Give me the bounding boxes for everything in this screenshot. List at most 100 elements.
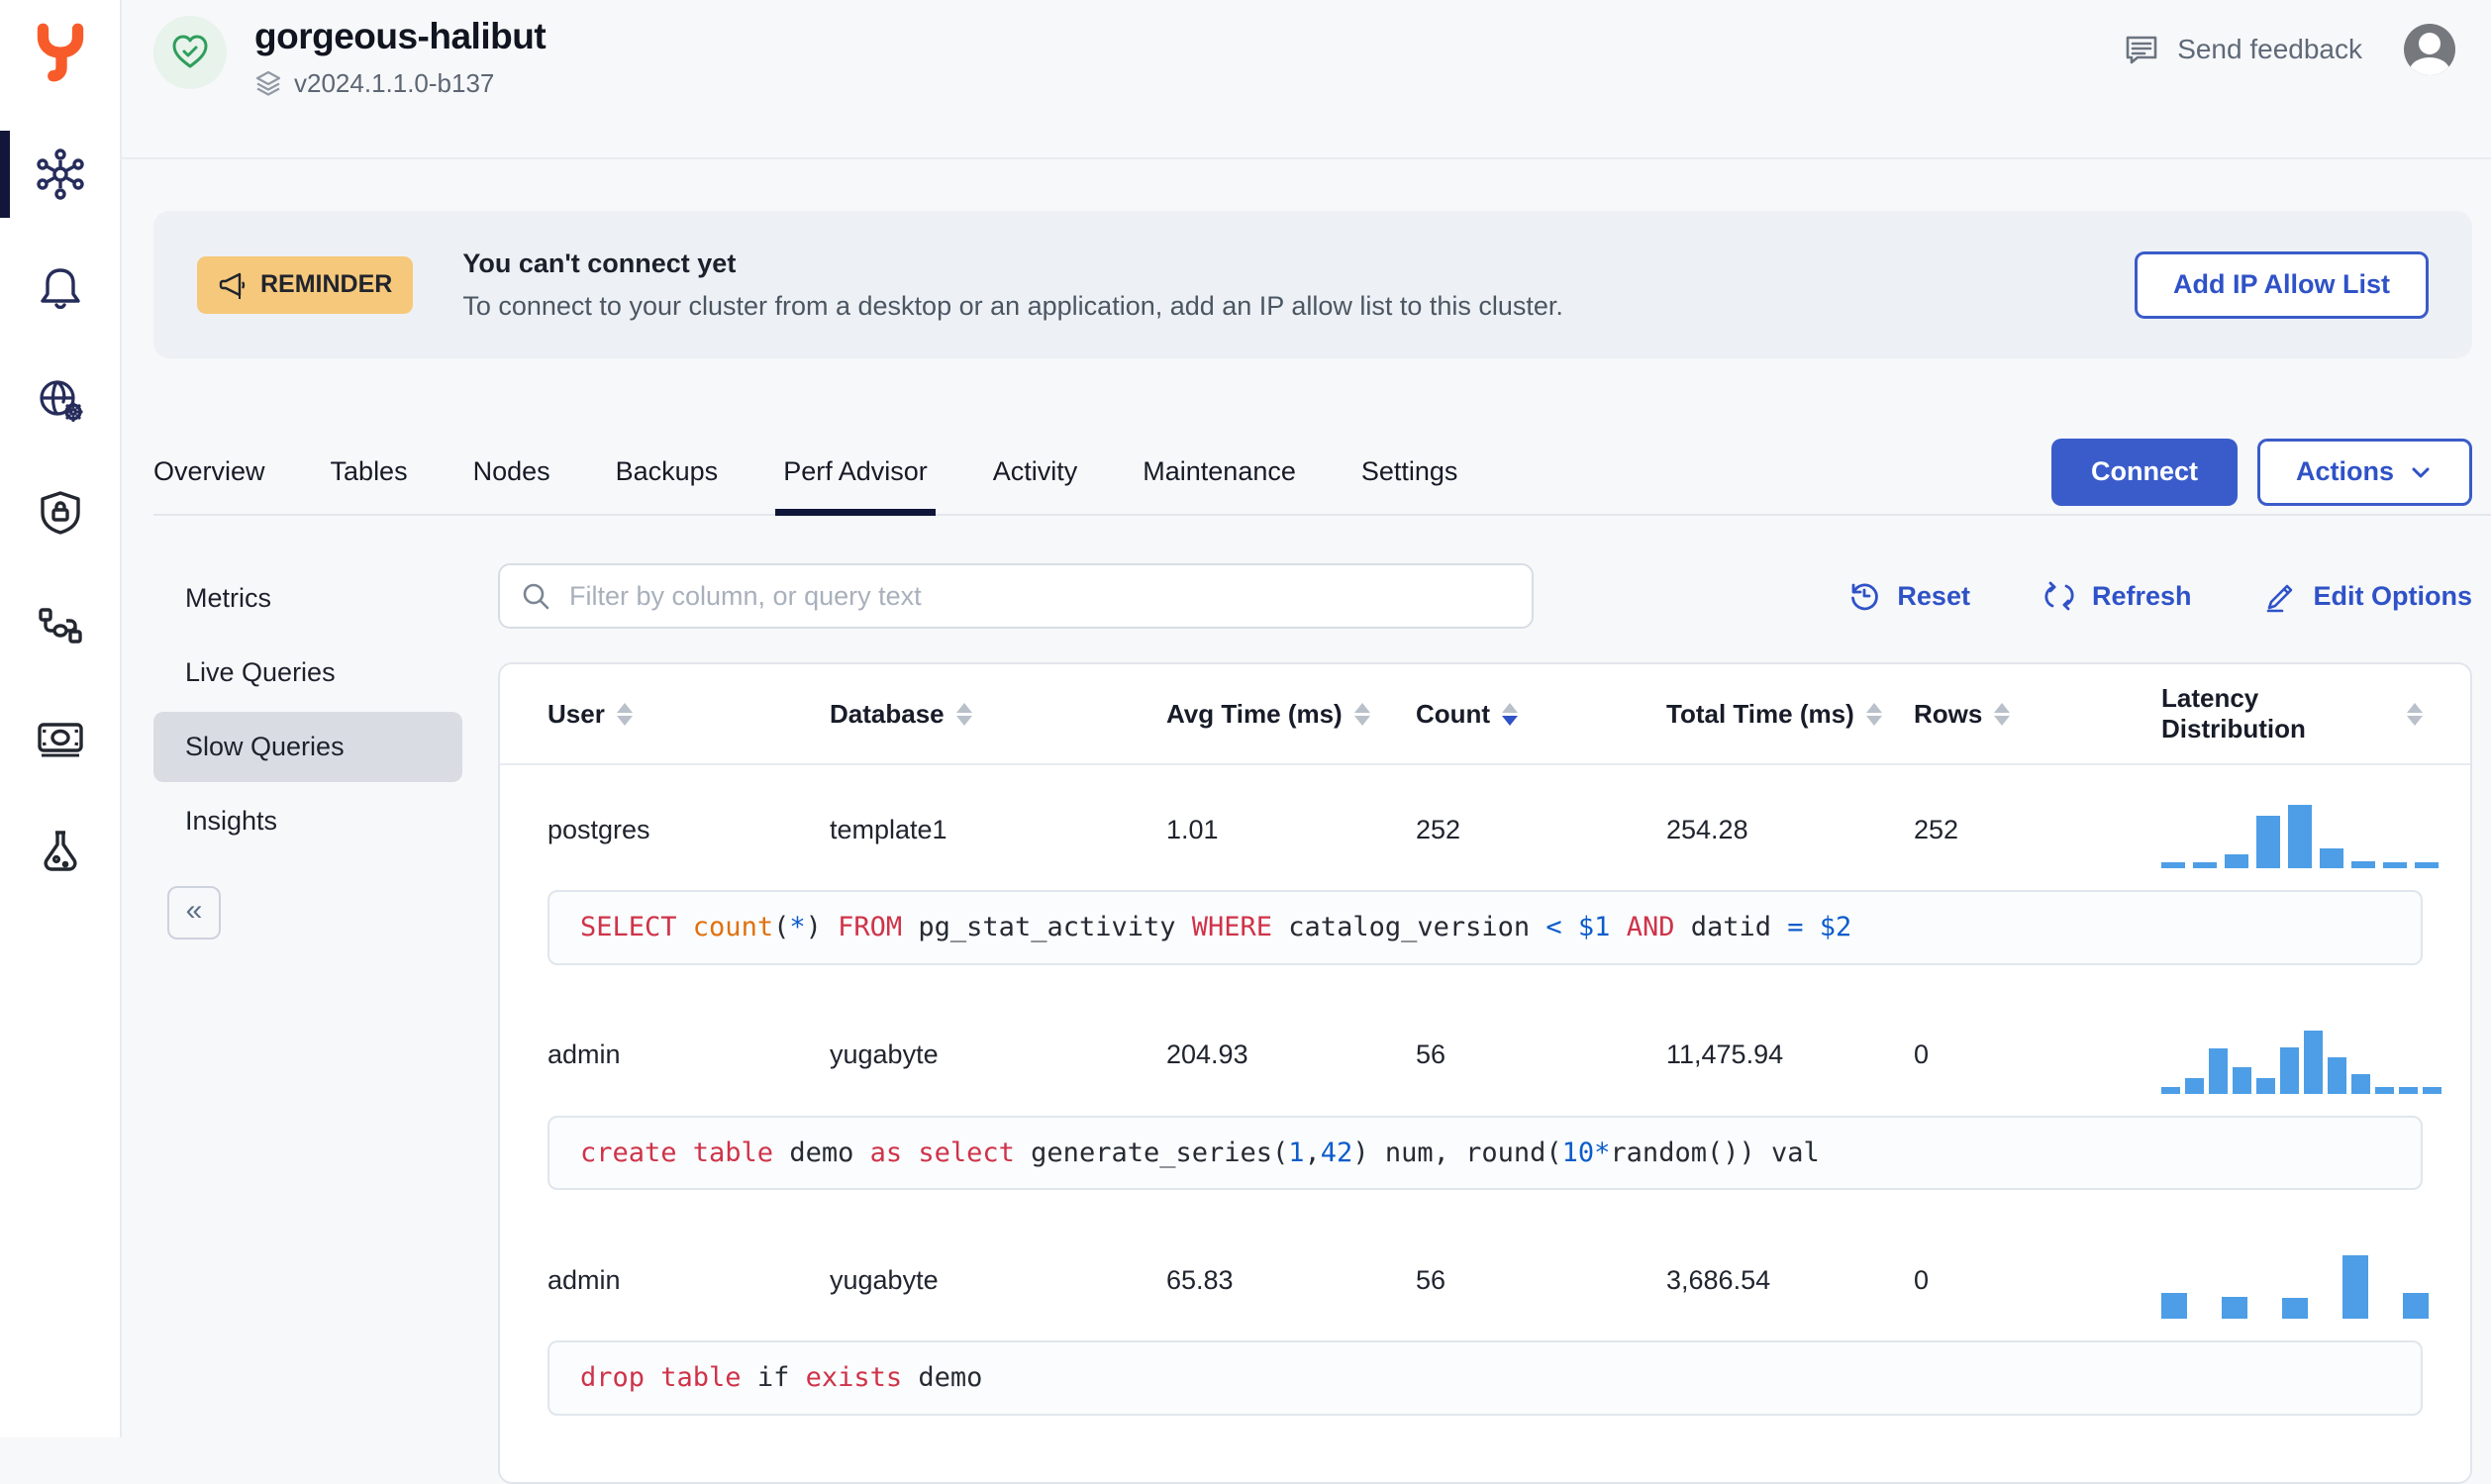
tab-tables[interactable]: Tables xyxy=(331,430,408,514)
cell-total-time: 254.28 xyxy=(1666,814,1748,844)
slow-queries-toolbar: Reset Refresh xyxy=(498,563,2472,629)
cluster-hub-icon xyxy=(36,148,84,200)
table-row[interactable]: admin yugabyte 65.83 56 3,686.54 0 xyxy=(500,1216,2470,1336)
cell-rows: 252 xyxy=(1914,814,1959,844)
sort-icon xyxy=(1865,702,1882,726)
sidebar-item-integrations[interactable] xyxy=(0,580,120,671)
tab-settings[interactable]: Settings xyxy=(1361,430,1458,514)
tab-activity[interactable]: Activity xyxy=(993,430,1078,514)
cell-user: admin xyxy=(548,1264,621,1295)
search-icon xyxy=(523,583,549,610)
column-header-total-time[interactable]: Total Time (ms) xyxy=(1666,699,1914,730)
slow-queries-table: User Database Avg Time (ms) Count Total … xyxy=(498,662,2472,1484)
sidebar-item-network[interactable] xyxy=(0,354,120,445)
query-text[interactable]: drop table if exists demo xyxy=(548,1340,2423,1417)
cell-rows: 0 xyxy=(1914,1039,1930,1070)
subnav-item-metrics[interactable]: Metrics xyxy=(153,563,462,634)
column-header-count[interactable]: Count xyxy=(1416,699,1666,730)
actions-button[interactable]: Actions xyxy=(2256,438,2472,506)
page-title: gorgeous-halibut xyxy=(254,16,547,56)
table-header-row: User Database Avg Time (ms) Count Total … xyxy=(500,664,2470,765)
sort-icon xyxy=(1994,702,2011,726)
megaphone-icon xyxy=(219,272,246,299)
sidebar-item-alerts[interactable] xyxy=(0,242,120,333)
cell-user: admin xyxy=(548,1039,621,1070)
yugabyte-logo[interactable] xyxy=(28,20,93,85)
cluster-health-badge xyxy=(153,16,227,89)
sidebar-item-billing[interactable] xyxy=(0,693,120,784)
avatar[interactable] xyxy=(2404,24,2455,75)
pipeline-icon xyxy=(38,608,82,643)
subnav-item-insights[interactable]: Insights xyxy=(153,786,462,856)
sidebar-item-clusters[interactable] xyxy=(0,129,120,220)
heart-check-icon xyxy=(172,35,208,68)
cell-database: yugabyte xyxy=(830,1039,939,1070)
sort-icon xyxy=(955,702,972,726)
sidebar-item-security[interactable] xyxy=(0,467,120,558)
subnav-item-live-queries[interactable]: Live Queries xyxy=(153,638,462,708)
banknote-icon xyxy=(37,723,83,757)
collapse-left-icon[interactable]: « xyxy=(167,886,221,940)
banner-title: You can't connect yet xyxy=(462,247,737,278)
shield-lock-icon xyxy=(40,491,80,535)
table-row[interactable]: admin yugabyte 204.93 56 11,475.94 0 xyxy=(500,991,2470,1112)
feedback-icon xyxy=(2126,36,2157,64)
subnav-item-slow-queries[interactable]: Slow Queries xyxy=(153,712,462,782)
reminder-badge: REMINDER xyxy=(197,255,414,314)
latency-distribution-chart xyxy=(2161,791,2439,868)
cell-avg-time: 65.83 xyxy=(1166,1264,1234,1295)
table-row[interactable]: postgres template1 1.01 252 254.28 252 xyxy=(500,765,2470,886)
tab-maintenance[interactable]: Maintenance xyxy=(1143,430,1296,514)
cluster-header: gorgeous-halibut v2024.1.1.0-b137 Send f… xyxy=(122,0,2491,159)
banner-body: To connect to your cluster from a deskto… xyxy=(462,290,1563,321)
layers-icon xyxy=(255,70,281,96)
cell-database: template1 xyxy=(830,814,947,844)
cell-rows: 0 xyxy=(1914,1264,1930,1295)
reset-button[interactable]: Reset xyxy=(1846,578,1970,614)
cell-total-time: 3,686.54 xyxy=(1666,1264,1771,1295)
icon-rail xyxy=(0,0,122,1437)
tab-nodes[interactable]: Nodes xyxy=(473,430,550,514)
cell-database: yugabyte xyxy=(830,1264,939,1295)
cell-count: 56 xyxy=(1416,1264,1446,1295)
reminder-banner: REMINDER You can't connect yet To connec… xyxy=(153,211,2472,358)
cell-total-time: 11,475.94 xyxy=(1666,1039,1784,1070)
column-header-database[interactable]: Database xyxy=(830,699,1166,730)
tab-perf-advisor[interactable]: Perf Advisor xyxy=(775,430,936,516)
chevron-down-icon xyxy=(2412,467,2430,477)
cell-avg-time: 204.93 xyxy=(1166,1039,1248,1070)
perf-advisor-subnav: Metrics Live Queries Slow Queries Insigh… xyxy=(153,563,462,940)
sidebar-item-labs[interactable] xyxy=(0,806,120,897)
latency-distribution-chart xyxy=(2161,1241,2429,1320)
sort-icon xyxy=(616,702,633,726)
column-header-latency-distribution[interactable]: Latency Distribution xyxy=(2161,683,2423,744)
query-text[interactable]: SELECT count(*) FROM pg_stat_activity WH… xyxy=(548,890,2423,965)
cell-avg-time: 1.01 xyxy=(1166,814,1219,844)
add-ip-allow-list-button[interactable]: Add IP Allow List xyxy=(2134,250,2429,319)
refresh-icon xyxy=(2044,581,2074,611)
sort-icon xyxy=(2407,702,2423,726)
column-header-avg-time[interactable]: Avg Time (ms) xyxy=(1166,699,1416,730)
reset-icon xyxy=(1851,583,1879,611)
flask-icon xyxy=(44,831,76,871)
tab-backups[interactable]: Backups xyxy=(616,430,719,514)
cell-count: 252 xyxy=(1416,814,1461,844)
connect-button[interactable]: Connect xyxy=(2050,438,2238,506)
tab-overview[interactable]: Overview xyxy=(153,430,265,514)
filter-input[interactable] xyxy=(498,563,1534,629)
sort-icon-active xyxy=(1502,702,1519,726)
latency-distribution-chart xyxy=(2161,1017,2441,1094)
column-header-user[interactable]: User xyxy=(548,699,830,730)
refresh-button[interactable]: Refresh xyxy=(2042,578,2192,614)
query-text[interactable]: create table demo as select generate_ser… xyxy=(548,1115,2423,1191)
globe-gear-icon xyxy=(39,380,83,423)
column-header-rows[interactable]: Rows xyxy=(1914,699,2161,730)
sort-icon xyxy=(1353,702,1370,726)
cell-count: 56 xyxy=(1416,1039,1446,1070)
send-feedback-button[interactable]: Send feedback xyxy=(2122,30,2362,69)
cluster-version: v2024.1.1.0-b137 xyxy=(294,67,495,98)
cluster-tabs: Overview Tables Nodes Backups Perf Advis… xyxy=(153,430,2491,516)
bell-icon xyxy=(40,268,80,310)
cell-user: postgres xyxy=(548,814,650,844)
edit-options-button[interactable]: Edit Options xyxy=(2263,578,2472,614)
